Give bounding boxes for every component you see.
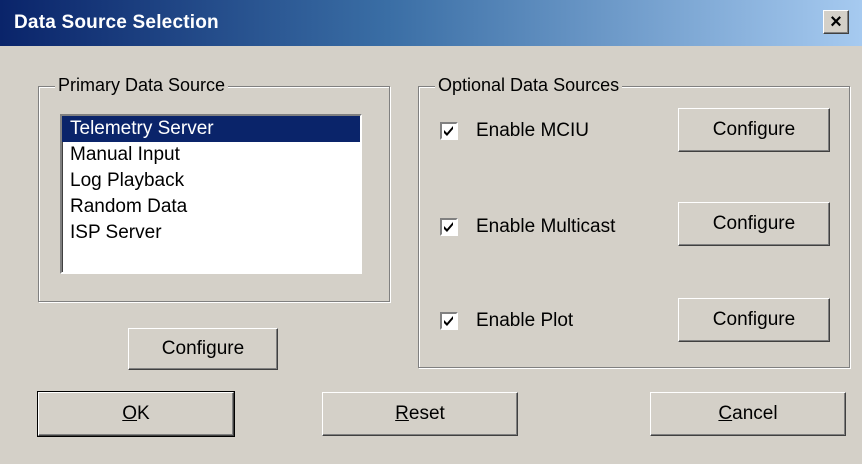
- checkmark-icon: [444, 316, 453, 326]
- data-source-dialog: Data Source Selection × Primary Data Sou…: [0, 0, 862, 464]
- checkmark-icon: [444, 222, 453, 232]
- cancel-button[interactable]: Cancel: [650, 392, 846, 436]
- ok-mnemonic: O: [122, 403, 138, 424]
- list-item[interactable]: ISP Server: [62, 220, 360, 246]
- primary-configure-button[interactable]: Configure: [128, 328, 278, 370]
- enable-multicast-checkbox[interactable]: [440, 218, 458, 236]
- reset-mnemonic: R: [395, 403, 409, 424]
- cancel-mnemonic: C: [718, 403, 733, 424]
- primary-data-source-label: Primary Data Source: [55, 75, 229, 96]
- list-item[interactable]: Telemetry Server: [62, 116, 360, 142]
- mciu-configure-label: Configure: [712, 119, 796, 140]
- enable-plot-label: Enable Plot: [476, 310, 574, 331]
- ok-button[interactable]: OK: [37, 391, 235, 437]
- plot-configure-button[interactable]: Configure: [678, 298, 830, 342]
- window-title: Data Source Selection: [14, 12, 219, 33]
- plot-configure-label: Configure: [712, 309, 796, 330]
- enable-plot-checkbox[interactable]: [440, 312, 458, 330]
- enable-multicast-label: Enable Multicast: [476, 216, 616, 237]
- primary-data-source-list[interactable]: Telemetry Server Manual Input Log Playba…: [60, 114, 362, 274]
- reset-button-label: Reset: [395, 393, 445, 435]
- title-bar[interactable]: Data Source Selection ×: [0, 0, 862, 46]
- optional-data-sources-label: Optional Data Sources: [435, 75, 623, 96]
- list-item[interactable]: Manual Input: [62, 142, 360, 168]
- cancel-label-rest: ancel: [732, 403, 778, 424]
- ok-button-label: OK: [122, 393, 149, 435]
- primary-configure-label: Configure: [161, 338, 245, 359]
- enable-mciu-checkbox[interactable]: [440, 122, 458, 140]
- ok-label-rest: K: [137, 403, 150, 424]
- enable-mciu-label: Enable MCIU: [476, 120, 589, 141]
- mciu-configure-button[interactable]: Configure: [678, 108, 830, 152]
- list-item[interactable]: Random Data: [62, 194, 360, 220]
- reset-label-rest: eset: [408, 403, 445, 424]
- close-button[interactable]: ×: [823, 10, 849, 34]
- checkmark-icon: [444, 126, 453, 136]
- multicast-configure-label: Configure: [712, 213, 796, 234]
- close-icon: ×: [830, 11, 842, 33]
- list-item[interactable]: Log Playback: [62, 168, 360, 194]
- cancel-button-label: Cancel: [718, 393, 777, 435]
- reset-button[interactable]: Reset: [322, 392, 518, 436]
- multicast-configure-button[interactable]: Configure: [678, 202, 830, 246]
